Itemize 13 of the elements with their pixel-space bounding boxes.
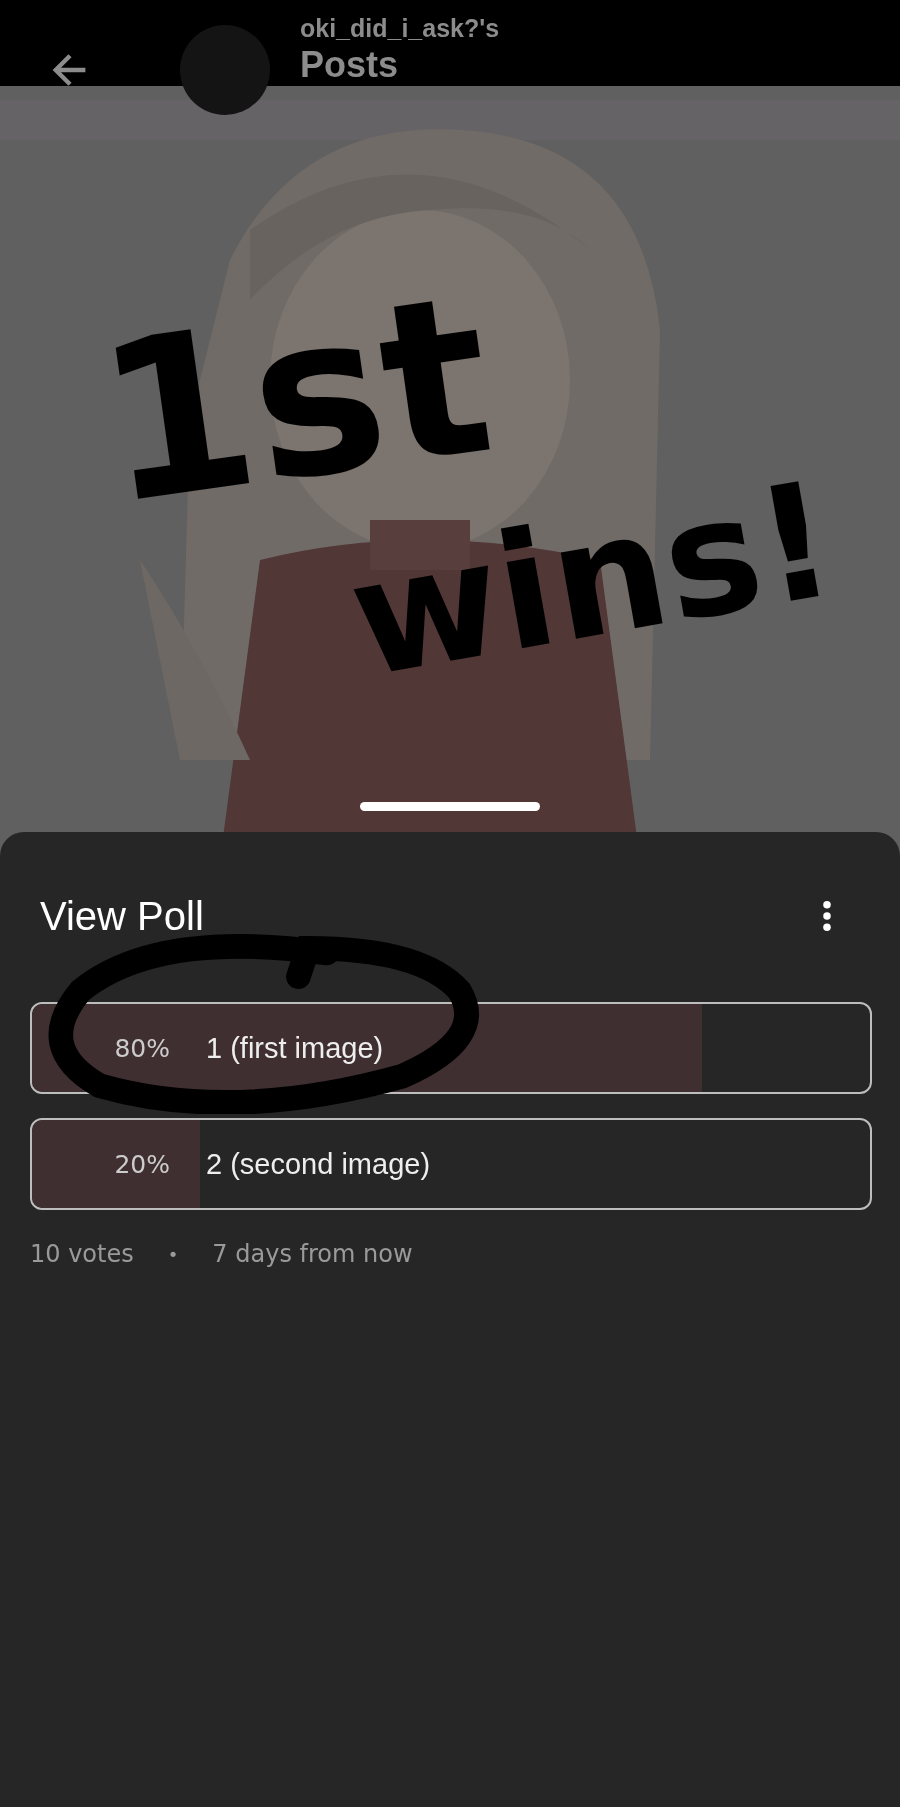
option-label: 2 (second image)	[206, 1147, 431, 1181]
poll-title: View Poll	[40, 893, 204, 939]
page-title: Posts	[300, 47, 400, 83]
percent-label: 80%	[113, 1033, 170, 1063]
percent-label: 20%	[113, 1149, 170, 1179]
username: oki_did_i_ask?'s	[300, 16, 500, 41]
more-options-icon[interactable]	[822, 900, 832, 932]
option-label: 1 (first image)	[206, 1031, 384, 1065]
poll-option[interactable]: 20% 2 (second image)	[30, 1118, 872, 1210]
poll-end-time: 7 days from now	[212, 1240, 413, 1268]
drag-handle[interactable]	[360, 802, 540, 811]
separator-dot: •	[167, 1243, 179, 1265]
vote-count: 10 votes	[30, 1240, 134, 1268]
